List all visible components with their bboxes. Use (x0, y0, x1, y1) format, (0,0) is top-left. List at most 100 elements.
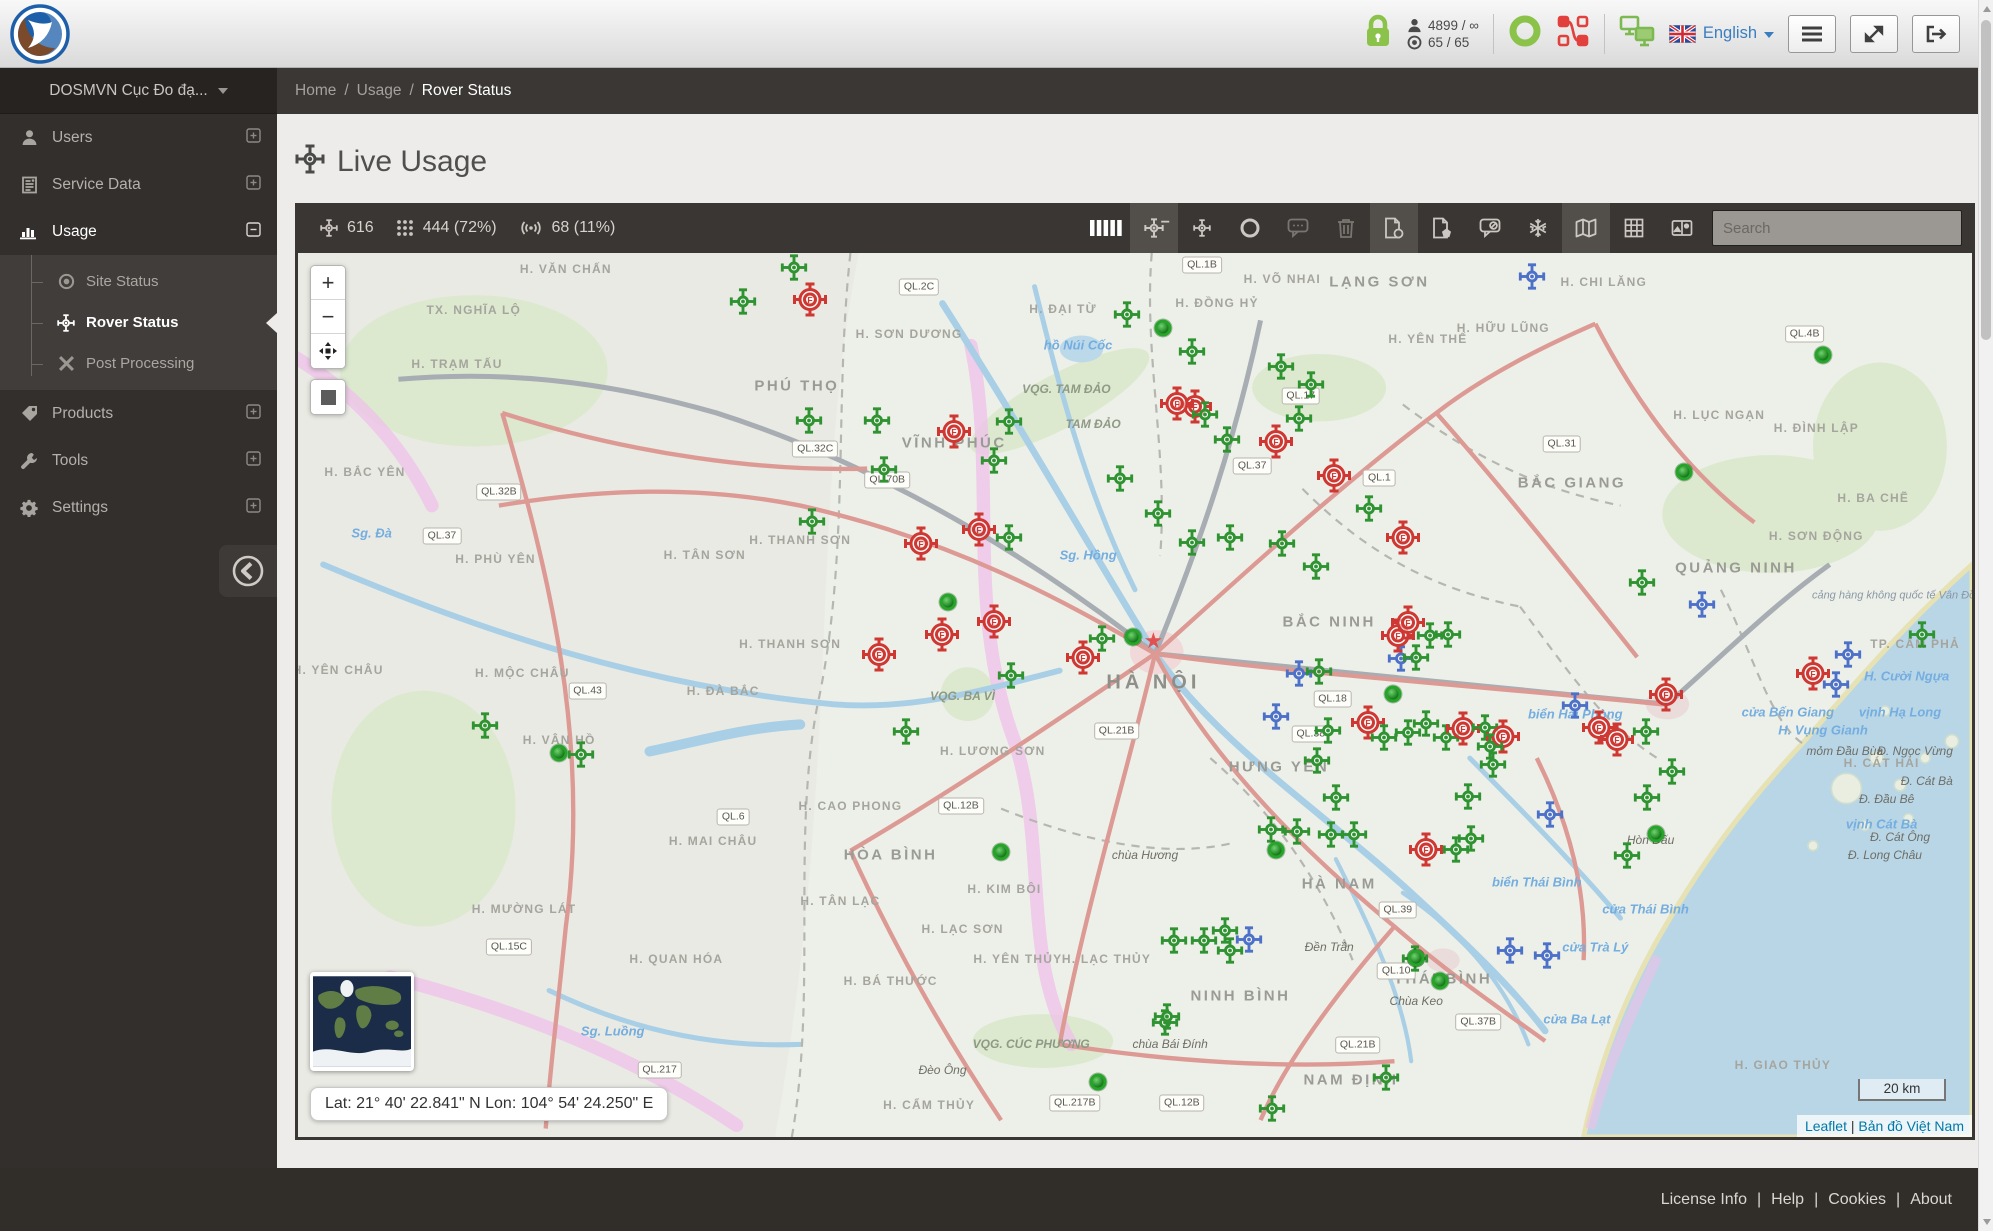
circle-button[interactable] (1226, 203, 1274, 253)
rover-marker-green[interactable] (472, 712, 499, 744)
site-marker-green-dot[interactable] (1384, 686, 1401, 703)
rover-marker-green[interactable] (1284, 818, 1311, 850)
tiles-link[interactable]: Bản đồ Việt Nam (1858, 1118, 1964, 1134)
plus-box-icon[interactable] (246, 498, 261, 518)
rover-marker-red[interactable]: F (904, 527, 938, 566)
rover-marker-green[interactable] (1160, 927, 1187, 959)
rover-marker-green[interactable] (1455, 783, 1482, 815)
rover-marker-red[interactable]: F (1259, 424, 1293, 463)
sidebar-subitem-site-status[interactable]: Site Status (0, 261, 277, 302)
plus-box-icon[interactable] (246, 404, 261, 424)
rover-marker-green[interactable] (1178, 338, 1205, 370)
site-marker-green-dot[interactable] (1647, 825, 1664, 842)
organization-selector[interactable]: DOSMVN Cục Đo đạ... (0, 68, 277, 114)
rover-minus-button[interactable]: − (1130, 203, 1178, 253)
minus-box-icon[interactable] (246, 222, 261, 242)
breadcrumb-item[interactable]: Home (295, 82, 336, 100)
plus-box-icon[interactable] (246, 175, 261, 195)
rover-marker-blue[interactable] (1835, 641, 1862, 673)
rover-marker-green[interactable] (1908, 621, 1935, 653)
rover-marker-green[interactable] (1297, 371, 1324, 403)
sidebar-item-settings[interactable]: Settings (0, 484, 277, 531)
site-marker-green-dot[interactable] (1267, 841, 1284, 858)
rover-marker-red[interactable]: F (862, 637, 896, 676)
rover-marker-red[interactable]: F (1317, 458, 1351, 497)
rover-marker-green[interactable] (892, 718, 919, 750)
rover-marker-green[interactable] (1435, 621, 1462, 653)
rover-marker-green[interactable] (996, 524, 1023, 556)
rover-marker-green[interactable] (1373, 1064, 1400, 1096)
rover-marker-green[interactable] (1153, 1003, 1180, 1035)
map-button[interactable] (1562, 203, 1610, 253)
footer-link-help[interactable]: Help (1771, 1191, 1804, 1209)
rover-marker-green[interactable] (1322, 784, 1349, 816)
zoom-out-button[interactable]: − (311, 300, 345, 334)
sidebar-subitem-post-processing[interactable]: Post Processing (0, 343, 277, 384)
rover-marker-blue[interactable] (1689, 591, 1716, 623)
rover-marker-green[interactable] (1113, 301, 1140, 333)
leaflet-link[interactable]: Leaflet (1805, 1118, 1847, 1134)
rover-marker-green[interactable] (1306, 658, 1333, 690)
fit-extent-button[interactable] (311, 334, 345, 368)
map-canvas[interactable]: H. VĂN CHẤNTX. NGHĨA LỘH. TRẠM TẤUH. BẮC… (298, 253, 1972, 1137)
plus-box-icon[interactable] (246, 451, 261, 471)
rover-marker-green[interactable] (864, 407, 891, 439)
rover-marker-green[interactable] (795, 407, 822, 439)
sidebar-collapse-button[interactable] (219, 545, 277, 597)
rover-marker-green[interactable] (1217, 524, 1244, 556)
rover-marker-blue[interactable] (1518, 263, 1545, 295)
rover-marker-red[interactable]: F (925, 617, 959, 656)
sidebar-item-usage[interactable]: Usage (0, 208, 277, 255)
rover-marker-green[interactable] (1269, 530, 1296, 562)
rover-marker-green[interactable] (1106, 465, 1133, 497)
menu-button[interactable] (1788, 15, 1836, 53)
site-marker-green-dot[interactable] (1431, 973, 1448, 990)
plus-box-icon[interactable] (246, 128, 261, 148)
rover-marker-green[interactable] (1458, 825, 1485, 857)
rover-marker-red[interactable]: F (977, 605, 1011, 644)
rover-marker-blue[interactable] (1533, 942, 1560, 974)
rover-marker-blue[interactable] (1823, 671, 1850, 703)
rover-marker-green[interactable] (1480, 751, 1507, 783)
fullscreen-button[interactable] (1850, 15, 1898, 53)
rover-marker-green[interactable] (730, 288, 757, 320)
site-marker-green-dot[interactable] (1676, 464, 1693, 481)
rover-marker-blue[interactable] (1262, 703, 1289, 735)
scroll-down-arrow[interactable] (1983, 1219, 1991, 1225)
vertical-scrollbar[interactable] (1978, 0, 1993, 1231)
chat-slash-button[interactable] (1466, 203, 1514, 253)
site-marker-green-dot[interactable] (1090, 1074, 1107, 1091)
sidebar-item-products[interactable]: Products (0, 390, 277, 437)
site-marker-green-dot[interactable] (1408, 950, 1425, 967)
rover-marker-green[interactable] (567, 741, 594, 773)
rover-marker-green[interactable] (1341, 821, 1368, 853)
rover-marker-green[interactable] (1302, 553, 1329, 585)
rover-marker-red[interactable]: F (962, 513, 996, 552)
rover-marker-red[interactable]: F (937, 415, 971, 454)
doc-circle-button[interactable] (1370, 203, 1418, 253)
footer-link-about[interactable]: About (1910, 1191, 1952, 1209)
image-button[interactable] (1658, 203, 1706, 253)
grid-button[interactable] (1610, 203, 1658, 253)
rover-marker-green[interactable] (1304, 747, 1331, 779)
site-marker-green-dot[interactable] (1155, 320, 1172, 337)
rover-marker-green[interactable] (998, 662, 1025, 694)
search-input[interactable] (1712, 210, 1962, 246)
rover-marker-green[interactable] (1629, 569, 1656, 601)
rover-marker-green[interactable] (981, 447, 1008, 479)
breadcrumb-item[interactable]: Usage (357, 82, 402, 100)
footer-link-license-info[interactable]: License Info (1661, 1191, 1747, 1209)
rover-button[interactable] (1178, 203, 1226, 253)
rover-marker-green[interactable] (870, 456, 897, 488)
rover-marker-green[interactable] (1212, 917, 1239, 949)
rover-marker-green[interactable] (780, 254, 807, 286)
sidebar-item-service-data[interactable]: Service Data (0, 161, 277, 208)
rover-marker-red[interactable]: F (1600, 722, 1634, 761)
draw-rectangle-button[interactable] (311, 380, 345, 414)
doc-badge-button[interactable] (1418, 203, 1466, 253)
scroll-up-arrow[interactable] (1983, 6, 1991, 12)
rover-marker-green[interactable] (1267, 353, 1294, 385)
minimap[interactable] (310, 972, 414, 1071)
rover-marker-red[interactable]: F (1649, 677, 1683, 716)
scrollbar-thumb[interactable] (1981, 20, 1991, 340)
